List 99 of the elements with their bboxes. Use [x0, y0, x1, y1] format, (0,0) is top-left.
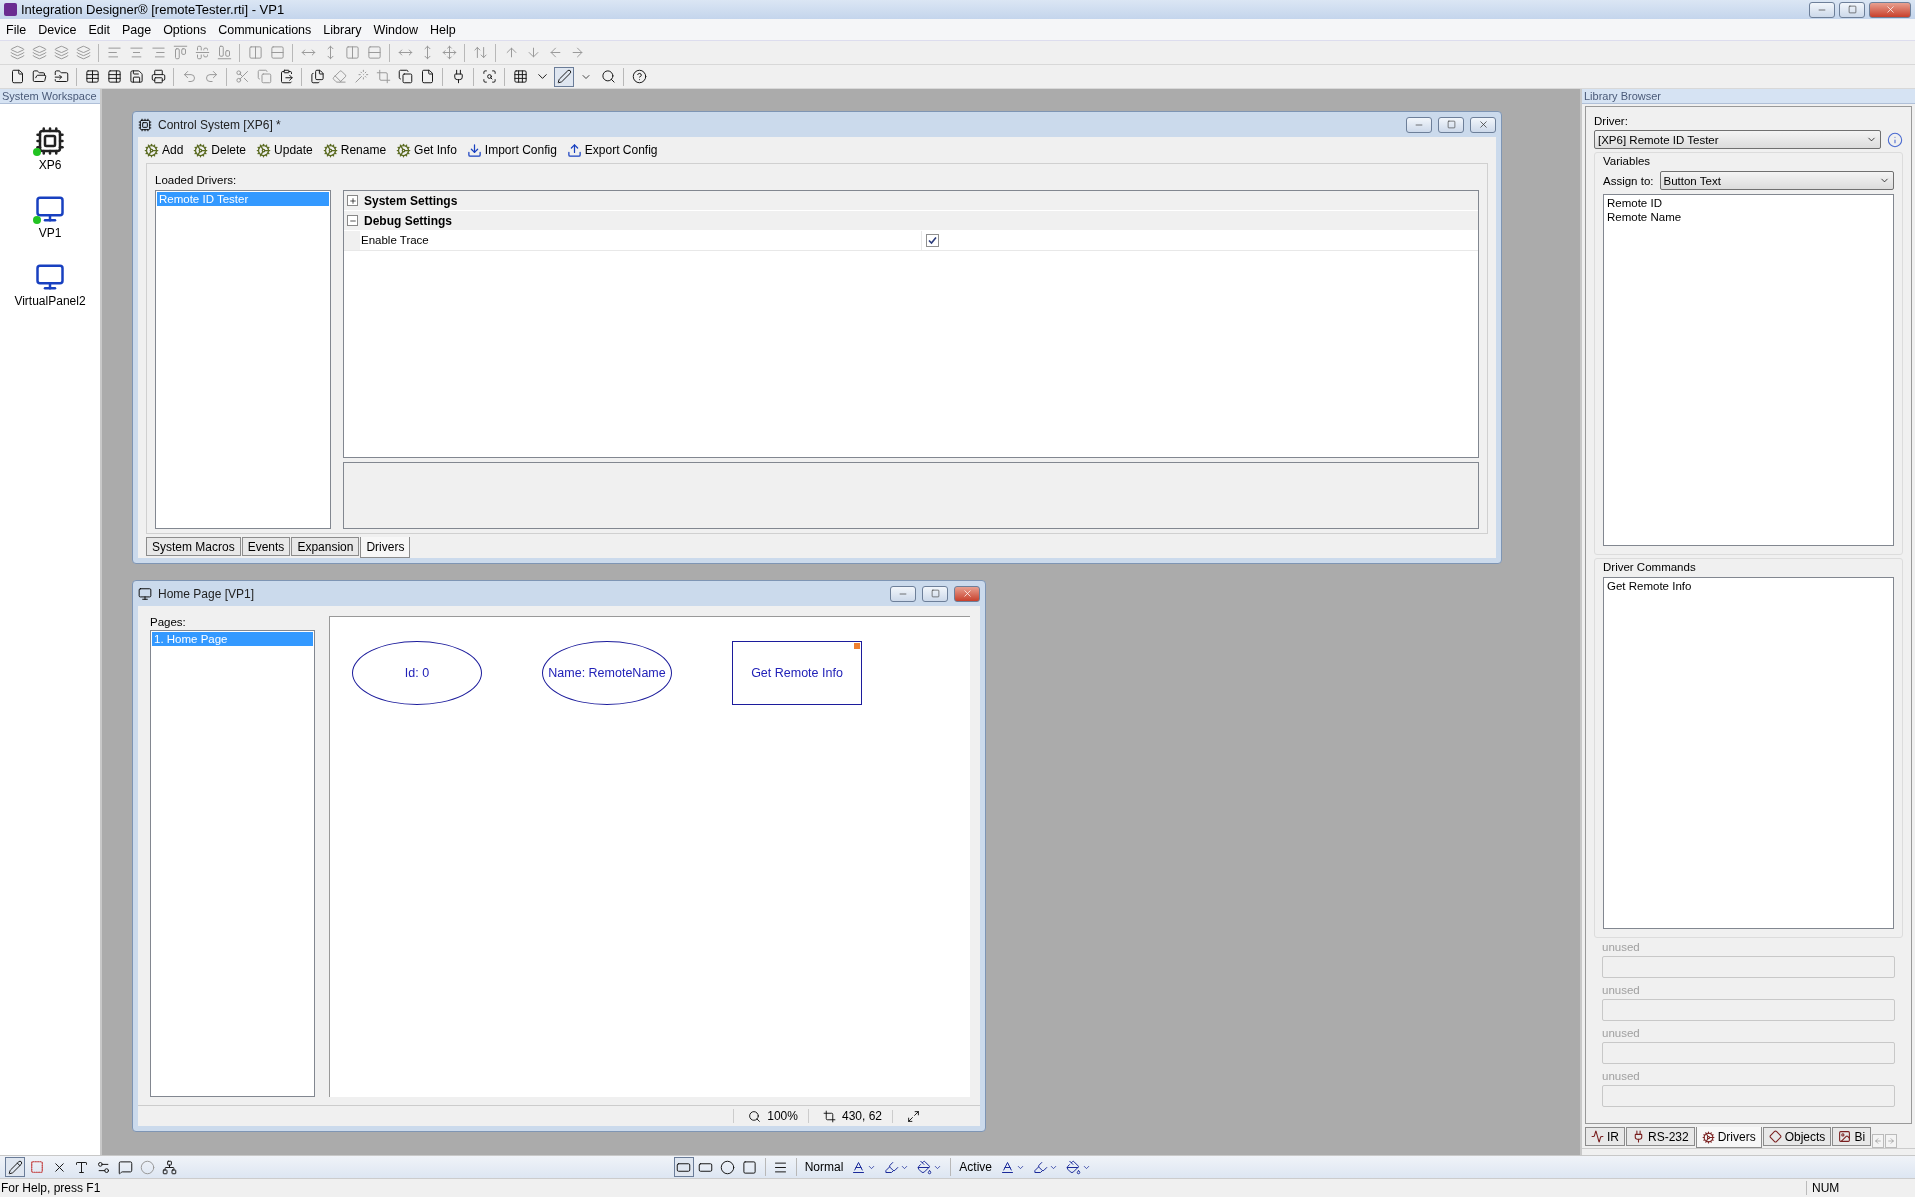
toolbar-button[interactable]: Update: [254, 142, 315, 158]
toolbar-button[interactable]: Export Config: [564, 142, 660, 158]
monitor-icon[interactable]: [33, 262, 67, 292]
close-icon: [1477, 119, 1489, 130]
field-label: Driver:: [1594, 115, 1629, 127]
driver-dropdown[interactable]: [XP6] Remote ID Tester: [1594, 130, 1881, 149]
field-label: unused: [1602, 1070, 1641, 1082]
tab[interactable]: Events: [241, 537, 291, 556]
close-button[interactable]: [1470, 116, 1496, 133]
upload-icon: [566, 142, 582, 158]
corner-marker-icon: [854, 643, 860, 649]
tab[interactable]: RS-232: [1626, 1127, 1695, 1146]
window-title: Control System [XP6] *: [158, 117, 282, 132]
gear-icon: [256, 142, 272, 158]
panel-title: System Workspace: [0, 89, 100, 104]
toolbar-button[interactable]: Rename: [320, 142, 389, 158]
field-label: unused: [1602, 1027, 1641, 1039]
download-icon: [466, 142, 482, 158]
checkbox[interactable]: [926, 234, 939, 247]
tab[interactable]: System Macros: [146, 537, 241, 556]
gear-icon: [322, 142, 338, 158]
style-label: Active: [958, 1160, 993, 1174]
status-text: For Help, press F1: [0, 1181, 102, 1195]
menu-item[interactable]: Communications: [212, 22, 318, 37]
tab[interactable]: Expansion: [291, 537, 360, 556]
expand-icon[interactable]: [347, 195, 358, 206]
pencil-icon[interactable]: [5, 1157, 25, 1177]
list-label: Pages:: [150, 616, 187, 628]
num-lock-indicator: NUM: [1806, 1181, 1870, 1195]
section-title: Debug Settings: [364, 213, 452, 228]
pen-tool-icon[interactable]: [554, 66, 574, 87]
window-title: Home Page [VP1]: [158, 586, 256, 601]
tab[interactable]: Drivers: [1695, 1127, 1762, 1148]
toolbar-button[interactable]: Import Config: [464, 142, 559, 158]
minimize-button[interactable]: [1406, 116, 1432, 133]
list-label: Loaded Drivers:: [155, 174, 238, 186]
minimize-button[interactable]: [890, 585, 916, 602]
list-item[interactable]: Remote ID: [1605, 196, 1892, 210]
device-name: VP1: [38, 226, 62, 240]
restore-button[interactable]: [922, 585, 948, 602]
field-label: unused: [1602, 941, 1641, 953]
menu-item[interactable]: Page: [115, 22, 158, 37]
tab[interactable]: IR: [1585, 1127, 1625, 1146]
collapse-icon[interactable]: [347, 215, 358, 226]
gear-icon: [144, 142, 159, 158]
menu-item[interactable]: Edit: [82, 22, 116, 37]
controller-icon: [138, 117, 152, 132]
gear-icon: [396, 142, 412, 158]
maximize-icon: [1847, 5, 1857, 14]
maximize-button[interactable]: [1839, 1, 1865, 18]
rectangle-icon[interactable]: [673, 1157, 694, 1177]
menu-item[interactable]: File: [0, 22, 33, 37]
monitor-icon[interactable]: [33, 194, 67, 224]
menu-item[interactable]: Options: [157, 22, 213, 37]
group-title: Driver Commands: [1603, 561, 1697, 573]
list-item[interactable]: Remote Name: [1605, 210, 1892, 224]
section-title: System Settings: [364, 193, 458, 208]
minimize-button[interactable]: [1809, 1, 1835, 18]
toolbar-button[interactable]: Get Info: [394, 142, 459, 158]
menu-item[interactable]: Window: [367, 22, 424, 37]
zoom-icon: [748, 1109, 762, 1123]
list-item[interactable]: Get Remote Info: [1605, 579, 1892, 593]
group-title: Variables: [1603, 155, 1652, 167]
assign-dropdown[interactable]: Button Text: [1659, 171, 1894, 190]
monitor-icon: [138, 586, 152, 601]
toolbar-button[interactable]: Delete: [191, 142, 249, 158]
tab[interactable]: Objects: [1762, 1127, 1832, 1146]
controller-icon[interactable]: [33, 126, 67, 156]
gear-icon: [193, 142, 209, 158]
tab[interactable]: Bi: [1832, 1127, 1872, 1146]
device-name: VirtualPanel2: [14, 294, 86, 308]
property-name: Enable Trace: [360, 231, 922, 250]
restore-button[interactable]: [1438, 116, 1464, 133]
rectangle-button[interactable]: Get Remote Info: [732, 641, 862, 705]
cursor-position: 430, 62: [841, 1109, 882, 1123]
restore-icon: [1446, 120, 1456, 129]
style-label: Normal: [803, 1160, 845, 1174]
panel-title: Library Browser: [1582, 89, 1915, 104]
close-icon: [1884, 4, 1896, 15]
window-title: Integration Designer® [remoteTester.rti] - VP1: [21, 2, 286, 17]
menu-item[interactable]: Device: [32, 22, 83, 37]
menu-item[interactable]: Help: [424, 22, 462, 37]
app-icon: [4, 3, 17, 16]
close-button[interactable]: [1869, 1, 1911, 18]
tab[interactable]: Drivers: [360, 537, 411, 558]
info-icon[interactable]: [1887, 131, 1903, 148]
right-arrow-icon: [1887, 1137, 1896, 1145]
menu-item[interactable]: Library: [317, 22, 368, 37]
close-icon: [961, 588, 973, 599]
close-button[interactable]: [954, 585, 980, 602]
resize-icon: [907, 1109, 920, 1123]
left-arrow-icon: [1874, 1137, 1883, 1145]
toolbar-button[interactable]: Add: [142, 142, 186, 158]
bitmap-icon: [1838, 1130, 1852, 1143]
restore-icon: [930, 589, 940, 598]
device-name: XP6: [38, 158, 62, 172]
field-label: Assign to:: [1603, 174, 1654, 187]
zoom-level: 100%: [767, 1109, 798, 1123]
field-label: unused: [1602, 984, 1641, 996]
